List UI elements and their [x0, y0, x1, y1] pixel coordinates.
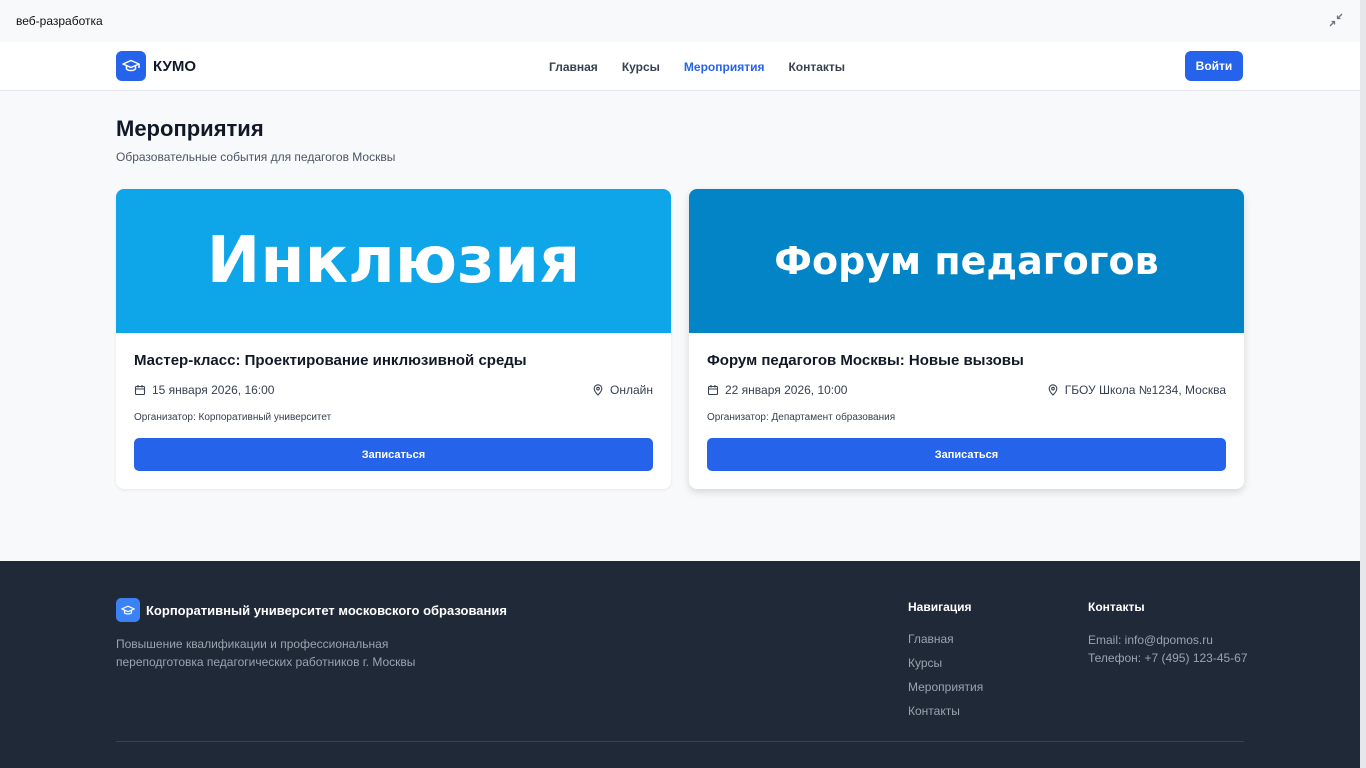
event-location-text: ГБОУ Школа №1234, Москва — [1064, 383, 1226, 397]
footer-nav-heading: Навигация — [908, 600, 972, 614]
event-meta: 15 января 2026, 16:00 Онлайн — [134, 383, 653, 399]
footer-contacts-heading: Контакты — [1088, 600, 1145, 614]
graduation-cap-icon — [116, 598, 140, 622]
nav-link-contacts[interactable]: Контакты — [788, 60, 845, 74]
event-organizer: Организатор: Департамент образования — [707, 412, 896, 423]
event-card: Форум педагогов Форум педагогов Москвы: … — [689, 189, 1244, 489]
footer-link-home[interactable]: Главная — [908, 631, 983, 647]
event-date-text: 15 января 2026, 16:00 — [152, 383, 275, 397]
footer-email[interactable]: Email: info@dpomos.ru — [1088, 631, 1248, 649]
main-nav: Главная Курсы Мероприятия Контакты — [549, 60, 845, 74]
event-date: 22 января 2026, 10:00 — [707, 383, 847, 397]
window-title: веб-разработка — [16, 14, 103, 28]
event-date-text: 22 января 2026, 10:00 — [725, 383, 848, 397]
nav-link-courses[interactable]: Курсы — [622, 60, 660, 74]
page-title: Мероприятия — [116, 116, 264, 141]
site-header: КУМО Главная Курсы Мероприятия Контакты … — [0, 42, 1360, 91]
footer-contacts: Контакты Email: info@dpomos.ru Телефон: … — [1088, 600, 1248, 667]
event-banner[interactable]: Инклюзия — [116, 189, 671, 333]
logo-text: КУМО — [153, 57, 197, 75]
event-date: 15 января 2026, 16:00 — [134, 383, 274, 397]
event-banner[interactable]: Форум педагогов — [689, 189, 1244, 333]
site-footer: Корпоративный университет московского об… — [0, 561, 1360, 768]
event-location: Онлайн — [592, 383, 653, 397]
page-scrollbar[interactable] — [1360, 0, 1366, 768]
site-logo[interactable]: КУМО — [116, 51, 196, 81]
event-title[interactable]: Мастер-класс: Проектирование инклюзивной… — [134, 352, 527, 369]
window-titlebar: веб-разработка — [0, 0, 1366, 42]
event-organizer: Организатор: Корпоративный университет — [134, 412, 332, 423]
footer-nav: Навигация Главная Курсы Мероприятия Конт… — [908, 600, 983, 727]
event-location: ГБОУ Школа №1234, Москва — [1047, 383, 1226, 397]
collapse-icon[interactable] — [1328, 12, 1344, 28]
signup-button[interactable]: Записаться — [707, 438, 1226, 471]
footer-brand: Корпоративный университет московского об… — [116, 598, 507, 622]
event-location-text: Онлайн — [610, 383, 653, 397]
calendar-icon — [134, 385, 146, 396]
footer-divider — [116, 741, 1244, 742]
footer-link-events[interactable]: Мероприятия — [908, 679, 983, 695]
event-meta: 22 января 2026, 10:00 ГБОУ Школа №1234, … — [707, 383, 1226, 399]
calendar-icon — [707, 385, 719, 396]
footer-phone[interactable]: Телефон: +7 (495) 123-45-67 — [1088, 649, 1248, 667]
map-pin-icon — [1048, 384, 1058, 396]
footer-link-contacts[interactable]: Контакты — [908, 703, 983, 719]
login-button[interactable]: Войти — [1185, 51, 1243, 81]
footer-description: Повышение квалификации и профессиональна… — [116, 637, 416, 669]
nav-link-events[interactable]: Мероприятия — [684, 60, 765, 74]
nav-link-home[interactable]: Главная — [549, 60, 598, 74]
page-subtitle: Образовательные события для педагогов Мо… — [116, 150, 396, 164]
graduation-cap-icon — [116, 51, 146, 81]
event-card: Инклюзия Мастер-класс: Проектирование ин… — [116, 189, 671, 489]
map-pin-icon — [593, 384, 603, 396]
signup-button[interactable]: Записаться — [134, 438, 653, 471]
footer-brand-name: Корпоративный университет московского об… — [146, 602, 507, 618]
event-title[interactable]: Форум педагогов Москвы: Новые вызовы — [707, 352, 1024, 369]
footer-link-courses[interactable]: Курсы — [908, 655, 983, 671]
